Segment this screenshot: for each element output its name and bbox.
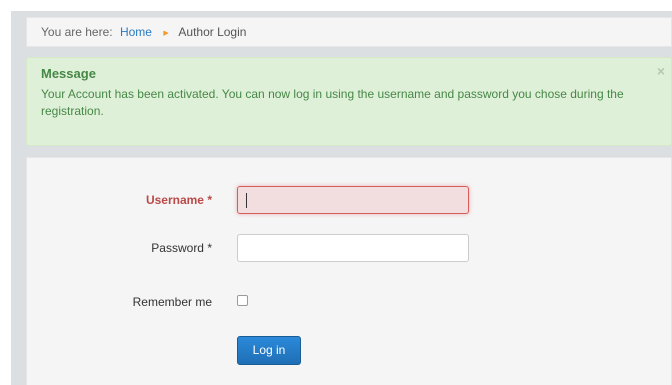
username-label: Username * — [145, 193, 212, 207]
text-caret — [246, 193, 247, 208]
success-message: Message Your Account has been activated.… — [26, 57, 672, 146]
remember-me-checkbox[interactable] — [237, 295, 248, 306]
message-text: Your Account has been activated. You can… — [41, 87, 624, 118]
breadcrumb-home-link[interactable]: Home — [120, 25, 152, 39]
content-area: You are here: Home ▶ Author Login Messag… — [11, 11, 672, 385]
login-form: Username * Password * Remember me Log in — [26, 157, 672, 385]
breadcrumb-prefix: You are here: — [41, 25, 113, 39]
login-button[interactable]: Log in — [237, 336, 301, 365]
breadcrumb-current: Author Login — [178, 25, 247, 39]
password-input[interactable] — [237, 234, 469, 262]
close-icon[interactable]: × — [657, 64, 665, 78]
top-strip — [0, 0, 672, 11]
breadcrumb: You are here: Home ▶ Author Login — [26, 17, 672, 47]
username-input[interactable] — [237, 186, 469, 214]
remember-me-label: Remember me — [132, 295, 212, 309]
password-label: Password * — [151, 241, 212, 255]
message-heading: Message — [41, 66, 96, 81]
caret-right-icon: ▶ — [163, 30, 169, 37]
left-rail — [0, 11, 11, 385]
